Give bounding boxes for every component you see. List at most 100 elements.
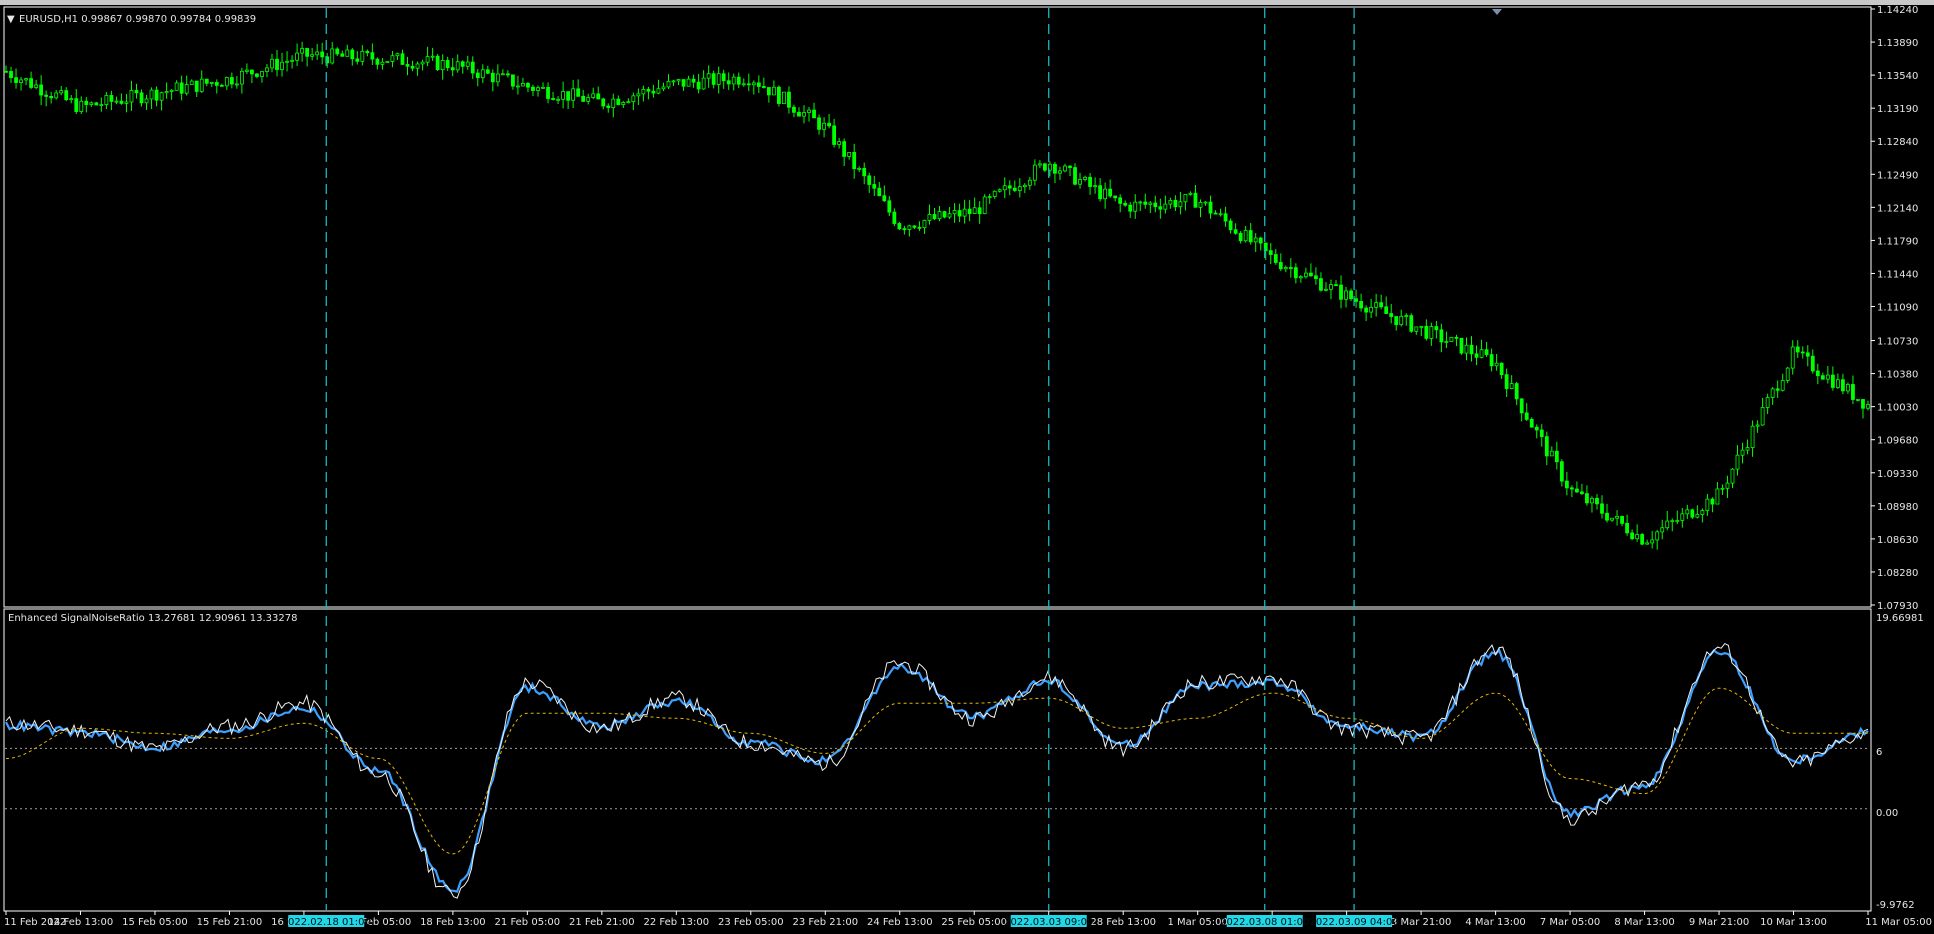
price-candle-body (1208, 201, 1213, 214)
price-candle-body (1017, 186, 1022, 191)
price-candle-body (1288, 267, 1293, 269)
price-candle-body (1635, 534, 1640, 540)
x-tick-label: 21 Feb 05:00 (495, 917, 561, 928)
price-candle-body (134, 90, 139, 94)
price-candle-body (1078, 179, 1082, 185)
x-tick-label: 21 Feb 21:00 (569, 917, 635, 928)
price-candle-body (1369, 306, 1374, 313)
price-candle-body (1394, 316, 1399, 325)
price-candle-body (546, 86, 550, 99)
price-candle-body (1007, 185, 1012, 189)
price-candle-body (1459, 337, 1464, 354)
price-candle-body (1183, 193, 1188, 203)
price-y-tick-label: 1.13890 (1877, 38, 1918, 49)
price-candle-body (410, 65, 415, 69)
price-candle-body (1670, 520, 1675, 523)
price-candle-body (626, 101, 631, 104)
price-candle-body (164, 91, 169, 94)
price-candle-body (1012, 187, 1017, 191)
price-candle-body (761, 86, 766, 88)
price-candle-body (224, 77, 229, 87)
price-y-tick-label: 1.10380 (1877, 370, 1918, 381)
price-candle-body (621, 102, 626, 105)
price-candle-body (1750, 425, 1755, 448)
price-candle-body (169, 89, 174, 92)
price-candle-body (541, 86, 545, 89)
price-candle-body (500, 73, 505, 76)
price-candle-body (1841, 379, 1845, 392)
price-candle-body (440, 60, 445, 71)
price-candle-body (1404, 315, 1409, 317)
price-candle-body (1514, 383, 1519, 400)
price-candle-body (1248, 230, 1253, 243)
trading-chart[interactable]: 1.14240 1.13890 1.13540 1.13190 1.12840 1.124… (0, 5, 1934, 930)
price-candle-body (1359, 301, 1363, 309)
x-tick-label: 24 Feb 13:00 (867, 917, 933, 928)
price-candle-body (1575, 488, 1579, 493)
price-candle-body (1524, 412, 1529, 420)
price-candle-body (581, 95, 586, 102)
price-y-tick-label: 1.11790 (1877, 236, 1918, 247)
price-candle-body (355, 58, 360, 62)
price-candle-body (807, 109, 811, 113)
price-panel-collapse-icon[interactable]: ▼ (7, 14, 15, 25)
price-candle-body (1158, 206, 1163, 210)
price-candle-body (1113, 195, 1118, 199)
price-candle-body (149, 89, 154, 100)
price-y-tick-label: 1.12140 (1877, 203, 1918, 214)
price-candle-body (1559, 461, 1564, 482)
price-candle-body (1479, 349, 1484, 358)
price-candle-body (209, 82, 214, 84)
price-candle-body (455, 61, 460, 71)
price-candle-body (290, 59, 294, 62)
price-y-tick-label: 1.13190 (1877, 104, 1918, 115)
price-candle-body (1454, 336, 1459, 339)
price-candle-body (952, 210, 957, 215)
price-candle-body (1610, 517, 1614, 521)
price-candle-body (882, 195, 887, 202)
price-y-tick-label: 1.11090 (1877, 303, 1918, 314)
price-candle-body (1449, 336, 1454, 342)
price-candle-body (1690, 509, 1695, 518)
price-candle-body (511, 74, 515, 87)
price-candle-body (586, 97, 591, 102)
price-candle-body (817, 117, 821, 130)
indicator-panel-frame (3, 608, 1872, 912)
price-candle-body (154, 89, 159, 101)
price-candle-body (89, 102, 94, 105)
price-y-tick-label: 1.08280 (1877, 568, 1918, 579)
price-candle-body (1309, 272, 1313, 277)
price-candle-body (822, 122, 826, 130)
price-candle-body (179, 82, 184, 94)
price-candle-body (907, 225, 912, 230)
x-tick-label: 7 Mar 05:00 (1540, 917, 1600, 928)
price-candle-body (425, 56, 430, 63)
price-candle-body (696, 81, 701, 90)
price-candle-body (1815, 370, 1820, 377)
price-candle-body (1193, 192, 1198, 208)
price-candle-body (1469, 344, 1474, 355)
price-candle-body (1595, 497, 1599, 505)
price-candle-body (771, 86, 776, 96)
price-candle-body (1846, 384, 1850, 392)
chart-svg[interactable]: 1.14240 1.13890 1.13540 1.13190 1.12840 1.124… (0, 5, 1934, 930)
price-candle-body (1605, 512, 1609, 521)
price-candle-body (777, 86, 781, 104)
price-candle-body (1866, 404, 1870, 409)
price-candle-body (877, 187, 882, 197)
price-candle-body (531, 86, 535, 91)
price-candle-body (1800, 351, 1805, 354)
price-candle-body (1188, 192, 1193, 195)
price-candle-body (1108, 188, 1113, 197)
price-candle-body (29, 78, 33, 88)
price-candle-body (987, 196, 992, 199)
price-candle-body (450, 67, 455, 71)
price-y-tick-label: 1.12490 (1877, 170, 1918, 181)
price-candle-body (1319, 278, 1323, 291)
price-candle-body (1364, 307, 1369, 313)
price-candle-body (666, 80, 671, 88)
price-candle-body (199, 78, 204, 92)
price-candle-body (380, 61, 385, 65)
price-candle-body (1349, 290, 1353, 300)
price-candle-body (1715, 488, 1720, 505)
